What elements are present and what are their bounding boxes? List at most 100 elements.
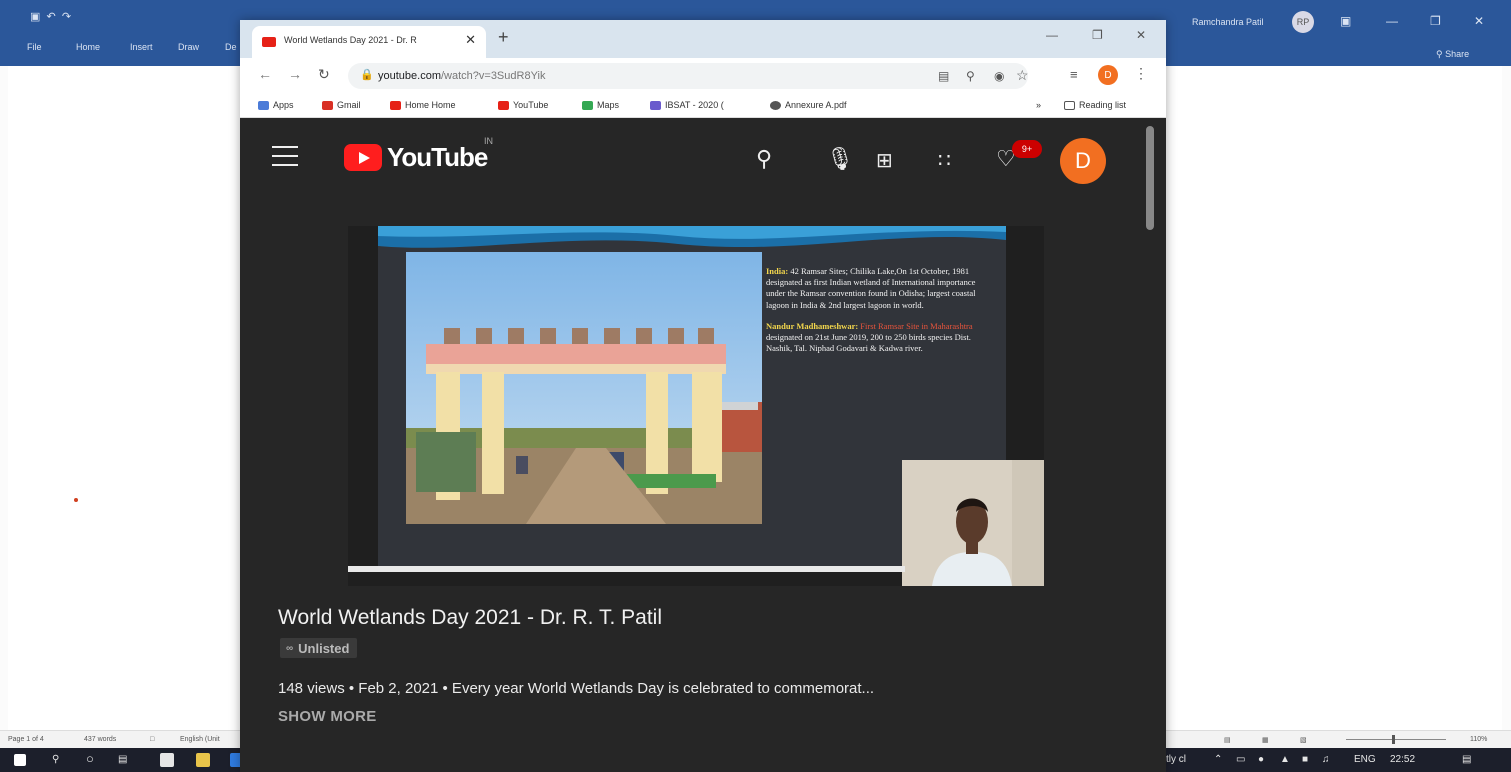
browser-minimize-icon[interactable]: — [1046,28,1058,42]
stray-mark [74,498,78,502]
task-view-icon[interactable]: ▤ [118,754,127,765]
bookmark-youtube[interactable]: YouTube [498,100,548,110]
bookmark-gmail[interactable]: Gmail [322,100,361,110]
youtube-wordmark: YouTube [387,142,488,172]
menu-icon[interactable] [272,146,298,166]
reading-list-button[interactable]: Reading list [1064,100,1126,110]
youtube-bookmark-icon [498,100,509,110]
gmail-icon [322,100,333,110]
reading-list-icon [1064,100,1075,110]
browser-tab[interactable]: World Wetlands Day 2021 - Dr. R ✕ [252,26,486,58]
defender-icon[interactable]: ▲ [1280,754,1290,765]
proofing-icon[interactable]: □ [150,736,154,743]
clock[interactable]: 22:52 [1390,754,1415,765]
word-tab-file[interactable]: File [27,42,42,52]
page-scrollbar[interactable] [1146,126,1154,230]
microphone-icon[interactable]: 🎙 [826,146,854,172]
new-tab-icon[interactable]: + [498,27,509,48]
back-icon[interactable]: ← [258,66,272,82]
zoom-level[interactable]: 110% [1470,736,1487,743]
windows-start-icon[interactable] [14,754,26,766]
chrome-profile-avatar[interactable]: D [1098,65,1118,85]
share-label: Share [1445,49,1470,59]
notification-badge[interactable]: 9+ [1012,140,1042,158]
apps-grid-icon [258,100,269,110]
browser-restore-icon[interactable]: ❐ [1092,28,1103,42]
zoom-slider-thumb[interactable] [1392,735,1395,744]
media-control-icon[interactable]: ≡ [1070,67,1078,82]
word-user-avatar[interactable]: RP [1292,11,1314,33]
network-icon[interactable]: ● [1258,754,1264,765]
cortana-icon[interactable]: ○ [86,751,94,766]
tray-app-icon[interactable]: ■ [1302,754,1308,765]
zoom-slider[interactable] [1346,739,1446,740]
share-button[interactable]: ⚲ Share [1436,49,1469,60]
word-user-name: Ramchandra Patil [1192,17,1264,27]
slide-nandur-text: designated on 21st June 2019, 200 to 250… [766,332,971,354]
reload-icon[interactable]: ↻ [318,66,330,83]
lightning-app-icon[interactable] [196,753,210,767]
account-avatar[interactable]: D [1060,138,1106,184]
chrome-menu-icon[interactable]: ⋮ [1134,65,1148,82]
tab-strip: World Wetlands Day 2021 - Dr. R ✕ + — ❐ … [240,20,1166,58]
bookmark-maps[interactable]: Maps [582,100,619,110]
bookmark-home[interactable]: Home Home [390,100,456,110]
save-icon[interactable]: ▣ ↶ ↷ [30,10,71,23]
video-progress-bar[interactable] [348,566,905,572]
close-icon[interactable]: ✕ [1474,14,1484,28]
bookmark-ibsat[interactable]: IBSAT - 2020 ( [650,100,724,110]
create-video-icon[interactable]: ⊞ [876,148,893,173]
wetland-gate-photo [406,252,762,524]
translate-icon[interactable]: ◉ [994,69,1004,83]
address-bar[interactable]: 🔒 youtube.com/watch?v=3SudR8Yik ▤ ⚲ ◉ ☆ [348,63,1029,89]
slide-text: India: 42 Ramsar Sites; Chilika Lake,On … [766,266,996,365]
unlisted-label: Unlisted [298,640,350,656]
word-tab-design[interactable]: De [225,42,237,52]
word-tab-home[interactable]: Home [76,42,100,52]
video-description-snippet[interactable]: 148 views • Feb 2, 2021 • Every year Wor… [278,680,874,697]
zoom-icon[interactable]: ⚲ [966,69,975,83]
volume-icon[interactable]: ♫ [1322,754,1330,765]
bookmark-star-icon[interactable]: ☆ [1016,67,1029,84]
chrome-window: World Wetlands Day 2021 - Dr. R ✕ + — ❐ … [240,20,1166,772]
maps-icon [582,100,593,110]
status-language[interactable]: English (Unit [180,736,220,743]
input-language[interactable]: ENG [1354,754,1376,765]
youtube-play-icon [344,144,382,171]
youtube-logo[interactable]: YouTube IN [344,136,493,173]
ribbon-display-icon[interactable]: ▣ [1340,14,1351,28]
web-layout-icon[interactable]: ▧ [1300,736,1307,744]
browser-close-icon[interactable]: ✕ [1136,28,1146,42]
tray-chevron-icon[interactable]: ⌃ [1214,754,1222,765]
unlisted-badge: ∞ Unlisted [280,638,358,658]
maximize-icon[interactable]: ❐ [1430,14,1441,28]
minimize-icon[interactable]: — [1386,14,1398,28]
search-icon[interactable]: ⚲ [52,754,59,765]
tab-title: World Wetlands Day 2021 - Dr. R [284,35,417,45]
status-page[interactable]: Page 1 of 4 [8,736,44,743]
read-mode-icon[interactable]: ▤ [1224,736,1231,744]
show-more-button[interactable]: SHOW MORE [278,708,377,725]
lock-icon[interactable]: 🔒 [360,68,374,81]
bookmarks-bar: Apps Gmail Home Home YouTube Maps IBSAT … [240,94,1166,118]
bookmark-annexure[interactable]: Annexure A.pdf [770,100,847,110]
battery-icon[interactable]: ▭ [1236,754,1245,765]
word-tab-draw[interactable]: Draw [178,42,199,52]
youtube-page: YouTube IN ⚲ 🎙 ⊞ ∷ ♡ 9+ D India: 42 Rams… [240,118,1166,772]
video-player[interactable]: India: 42 Ramsar Sites; Chilika Lake,On … [348,226,1044,586]
forward-icon[interactable]: → [288,66,302,82]
tab-close-icon[interactable]: ✕ [465,32,476,48]
search-icon[interactable]: ⚲ [756,146,772,172]
bookmarks-overflow-icon[interactable]: » [1036,100,1041,110]
install-app-icon[interactable]: ▤ [938,69,949,83]
bookmark-apps[interactable]: Apps [258,100,294,110]
url-domain: youtube.com [378,70,441,82]
status-words[interactable]: 437 words [84,736,116,743]
ibsat-icon [650,100,661,110]
notification-center-icon[interactable]: ▤ [1462,754,1471,765]
word-tab-insert[interactable]: Insert [130,42,153,52]
print-layout-icon[interactable]: ▦ [1262,736,1269,744]
apps-grid-icon[interactable]: ∷ [938,148,951,173]
store-icon[interactable] [160,753,174,767]
video-title: World Wetlands Day 2021 - Dr. R. T. Pati… [278,606,662,629]
